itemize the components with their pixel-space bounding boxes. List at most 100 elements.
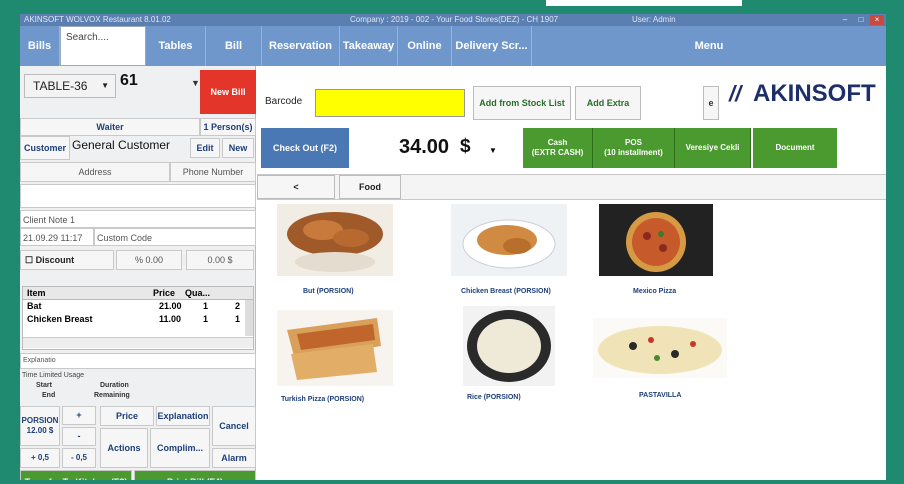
horizontal-scrollbar[interactable]: [23, 337, 253, 348]
edit-customer-button[interactable]: Edit: [190, 138, 220, 158]
table-select[interactable]: TABLE-36 ▼: [24, 74, 116, 98]
chevron-down-icon[interactable]: ▼: [191, 78, 200, 88]
logo-mark-icon: //: [729, 81, 742, 106]
portion-button[interactable]: PORSION 12.00 $: [20, 406, 60, 446]
app-window: AKINSOFT WOLVOX Restaurant 8.01.02 Compa…: [20, 14, 886, 480]
checkbox-icon: ☐: [25, 255, 36, 265]
top-nav: Bills Search.... Tables Bill Reservation…: [20, 26, 886, 66]
tab-takeaway[interactable]: Takeaway: [340, 26, 398, 66]
row-extra: 1: [235, 314, 241, 324]
company-info: Company : 2019 - 002 - Your Food Stores(…: [350, 15, 559, 24]
food-item[interactable]: [451, 204, 567, 284]
tab-menu[interactable]: Menu: [532, 26, 886, 66]
minus-button[interactable]: -: [62, 427, 96, 446]
food-name: Chicken Breast (PORSION): [461, 288, 551, 295]
food-item[interactable]: [463, 306, 555, 388]
row-price: 11.00: [159, 314, 182, 324]
food-item[interactable]: [599, 204, 713, 284]
explanation-button[interactable]: Explanation: [156, 406, 210, 426]
food-item[interactable]: [277, 310, 393, 390]
table-header: Item Price Qua...: [23, 287, 253, 300]
row-item: Bat: [27, 301, 42, 311]
food-name: Mexico Pizza: [633, 288, 677, 295]
minimize-icon[interactable]: –: [838, 15, 852, 25]
chevron-down-icon: ▼: [101, 81, 109, 90]
cancel-button[interactable]: Cancel: [212, 406, 256, 446]
tab-online[interactable]: Online: [398, 26, 452, 66]
search-input[interactable]: Search....: [60, 26, 146, 66]
explanation-field[interactable]: Explanatio: [20, 353, 256, 369]
tab-delivery-screen[interactable]: Delivery Scr...: [452, 26, 532, 66]
barcode-input[interactable]: [315, 89, 465, 117]
print-bill-button[interactable]: Print Bill (F4): [134, 470, 256, 480]
roast-chicken-image: [277, 204, 393, 276]
time-limited-label: Time Limited Usage: [22, 372, 84, 379]
alarm-button[interactable]: Alarm: [212, 448, 256, 468]
discount-checkbox[interactable]: ☐ Discount: [20, 250, 114, 270]
customer-label: Customer: [20, 136, 70, 160]
menu-area: Barcode Add from Stock List Add Extra e …: [257, 66, 886, 480]
plus-button[interactable]: +: [62, 406, 96, 425]
start-label: Start: [36, 382, 52, 389]
row-price: 21.00: [159, 301, 182, 311]
cash-button[interactable]: Cash (EXTR CASH): [523, 128, 593, 168]
note-textarea[interactable]: [20, 184, 256, 208]
client-note-field[interactable]: Client Note 1: [20, 210, 256, 228]
page-frame: AKINSOFT WOLVOX Restaurant 8.01.02 Compa…: [0, 0, 904, 484]
document-button[interactable]: Document: [753, 128, 837, 168]
transfer-kitchen-button[interactable]: Transfer To Kitchen (F3): [20, 470, 132, 480]
discount-amount-field[interactable]: 0.00 $: [186, 250, 254, 270]
col-qty: Qua...: [185, 288, 211, 298]
row-qty: 1: [203, 314, 209, 324]
datetime-field: 21.09.29 11:17: [20, 228, 94, 246]
remaining-label: Remaining: [94, 392, 130, 399]
chevron-down-icon[interactable]: ▼: [489, 146, 497, 155]
order-items-table: Item Price Qua... Bat 21.00 1 2 Chicken …: [22, 286, 254, 350]
pos-sublabel: (10 installment): [604, 148, 663, 157]
credit-button[interactable]: Veresiye Cekli: [675, 128, 751, 168]
checkout-button[interactable]: Check Out (F2): [261, 128, 349, 168]
address-button[interactable]: Address: [20, 162, 170, 182]
new-bill-button[interactable]: New Bill: [200, 70, 256, 114]
pos-button[interactable]: POS (10 installment): [593, 128, 675, 168]
actions-button[interactable]: Actions: [100, 428, 148, 468]
logo-text: AKINSOFT: [753, 80, 876, 107]
maximize-icon[interactable]: □: [854, 15, 868, 25]
food-name: Rice (PORSION): [467, 394, 521, 401]
food-item[interactable]: [277, 204, 393, 284]
vertical-scrollbar[interactable]: [245, 300, 253, 336]
price-button[interactable]: Price: [100, 406, 154, 426]
minus-half-button[interactable]: - 0,5: [62, 448, 96, 468]
duration-label: Duration: [100, 382, 129, 389]
complimentary-button[interactable]: Complim...: [150, 428, 210, 468]
row-item: Chicken Breast: [27, 314, 93, 324]
tab-bills[interactable]: Bills: [20, 26, 60, 66]
tab-tables[interactable]: Tables: [146, 26, 206, 66]
discount-label: Discount: [35, 255, 75, 265]
back-button[interactable]: <: [257, 175, 335, 199]
persons-button[interactable]: 1 Person(s): [200, 118, 256, 136]
new-customer-button[interactable]: New: [222, 138, 254, 158]
tab-reservation[interactable]: Reservation: [262, 26, 340, 66]
add-from-stock-button[interactable]: Add from Stock List: [473, 86, 571, 120]
discount-percent-field[interactable]: % 0.00: [116, 250, 182, 270]
rice-image: [463, 306, 555, 386]
category-food-tab[interactable]: Food: [339, 175, 401, 199]
table-row[interactable]: Bat 21.00 1 2: [23, 300, 253, 313]
food-name: Turkish Pizza (PORSION): [281, 396, 365, 403]
phone-button[interactable]: Phone Number: [170, 162, 256, 182]
waiter-button[interactable]: Waiter: [20, 118, 200, 136]
info-icon[interactable]: e: [703, 86, 719, 120]
barcode-label: Barcode: [265, 96, 303, 107]
food-item[interactable]: [593, 318, 727, 378]
currency-select[interactable]: $: [460, 136, 471, 158]
plus-half-button[interactable]: + 0,5: [20, 448, 60, 468]
table-row[interactable]: Chicken Breast 11.00 1 1: [23, 313, 253, 326]
category-bar: < Food: [257, 174, 886, 200]
custom-code-field[interactable]: Custom Code: [94, 228, 256, 246]
tab-bill[interactable]: Bill: [206, 26, 262, 66]
add-extra-button[interactable]: Add Extra: [575, 86, 641, 120]
row-qty: 1: [203, 301, 209, 311]
close-icon[interactable]: ×: [870, 15, 884, 25]
turkish-pizza-image: [277, 310, 393, 386]
